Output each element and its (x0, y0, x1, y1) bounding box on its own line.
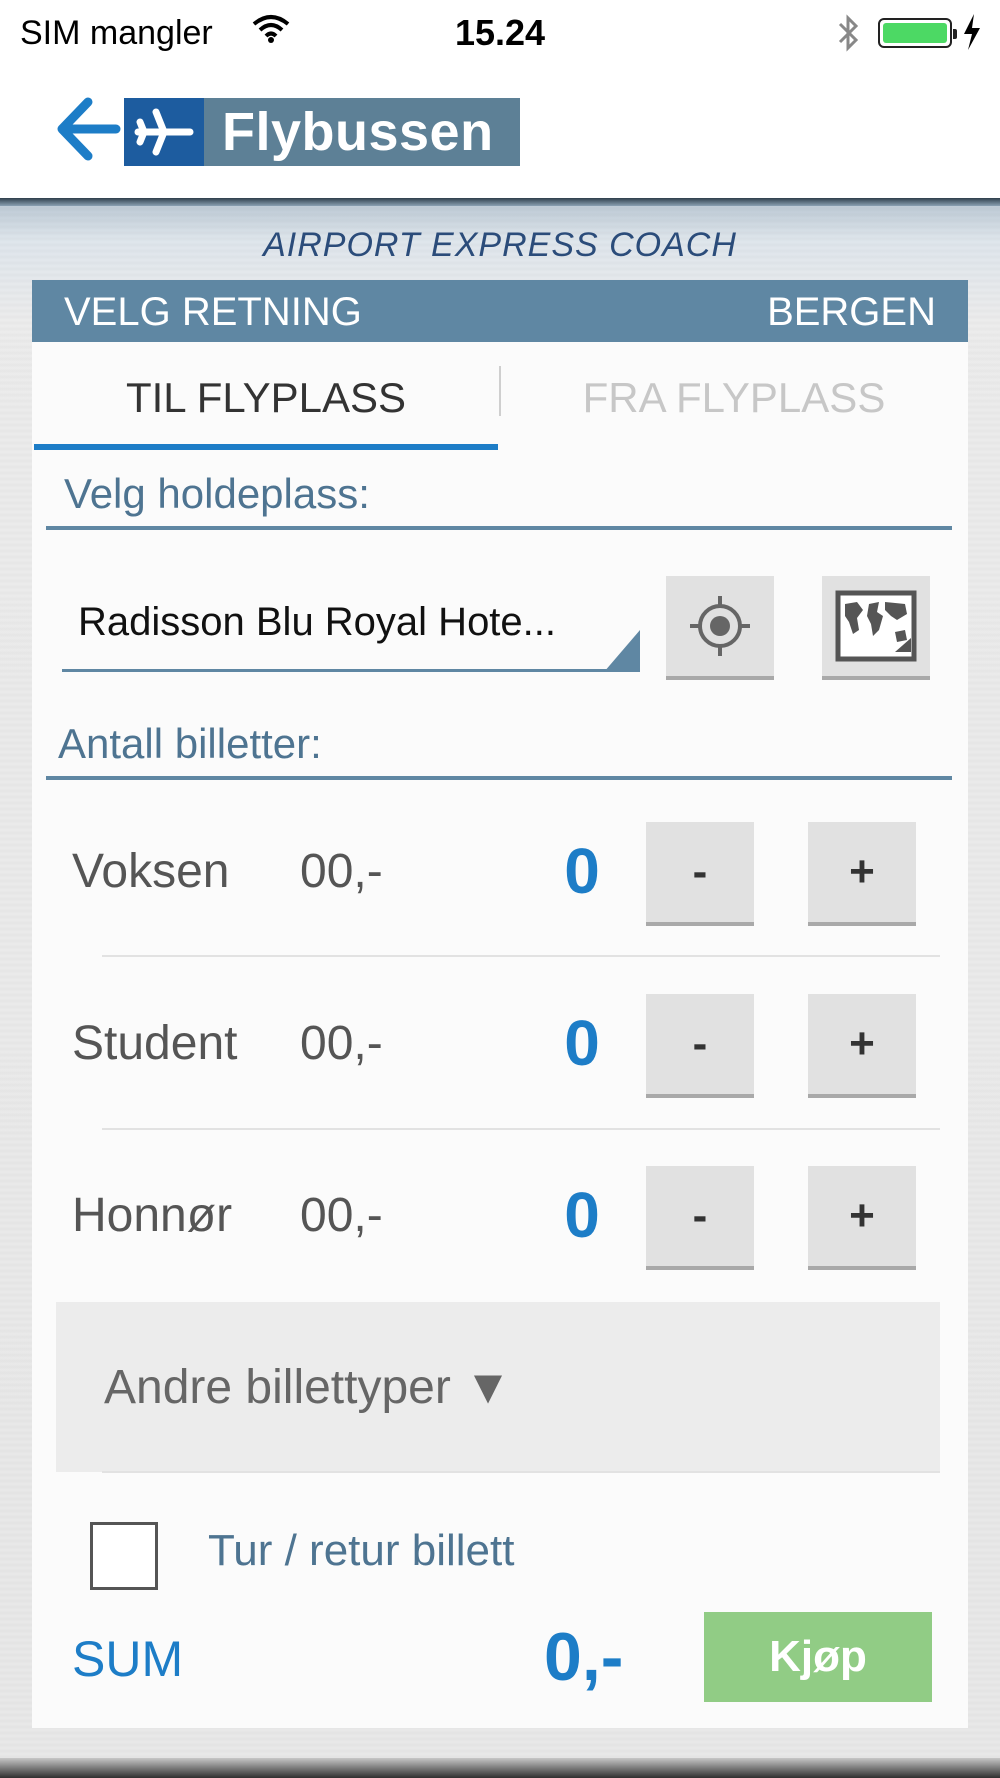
locate-button[interactable] (666, 576, 774, 680)
ticket-row-label-voksen: Voksen (72, 845, 230, 898)
ticket-row-price-student: 00,- (300, 1017, 383, 1070)
ticket-row-label-student: Student (72, 1017, 238, 1070)
bluetooth-icon (834, 12, 862, 59)
increment-button-honnor[interactable]: + (808, 1166, 916, 1270)
stop-section-line (46, 526, 952, 530)
active-tab-indicator (34, 444, 498, 450)
ticket-row-label-honnor: Honnør (72, 1189, 233, 1242)
round-trip-label[interactable]: Tur / retur billett (208, 1526, 514, 1576)
ticket-row-price-honnor: 00,- (300, 1189, 383, 1242)
decrement-button-honnor[interactable]: - (646, 1166, 754, 1270)
stop-select-underline (62, 669, 640, 672)
charging-bolt-icon (962, 14, 982, 58)
city-label[interactable]: BERGEN (767, 290, 936, 335)
ticket-row-count-student: 0 (564, 1007, 600, 1079)
direction-bar-label: VELG RETNING (64, 290, 362, 334)
bottom-edge (0, 1758, 1000, 1778)
flybussen-logo: Flybussen (124, 98, 520, 166)
battery-icon (878, 18, 957, 48)
ticket-row-count-voksen: 0 (564, 835, 600, 907)
row-separator (102, 1471, 940, 1473)
airplane-icon (124, 98, 204, 166)
tab-separator (499, 366, 501, 416)
tab-til-flyplass[interactable]: TIL FLYPLASS (34, 348, 498, 448)
tickets-section-label: Antall billetter: (58, 720, 322, 767)
direction-bar: VELG RETNING BERGEN (32, 280, 968, 342)
increment-button-voksen[interactable]: + (808, 822, 916, 926)
increment-button-student[interactable]: + (808, 994, 916, 1098)
decrement-button-voksen[interactable]: - (646, 822, 754, 926)
ticket-row-price-voksen: 00,- (300, 845, 383, 898)
locate-crosshair-icon (690, 596, 750, 656)
stop-select[interactable]: Radisson Blu Royal Hote... (62, 592, 640, 672)
tickets-section-line (46, 776, 952, 780)
logo-text: Flybussen (204, 98, 520, 166)
tab-fra-flyplass[interactable]: FRA FLYPLASS (502, 348, 966, 448)
other-ticket-types-toggle[interactable]: Andre billettyper ▼ (56, 1302, 940, 1472)
buy-button[interactable]: Kjøp (704, 1612, 932, 1702)
round-trip-checkbox[interactable] (90, 1522, 158, 1590)
stop-section-label: Velg holdeplass: (64, 470, 370, 517)
row-separator (102, 1128, 940, 1130)
sum-value: 0,- (544, 1619, 624, 1695)
dropdown-corner-icon (604, 630, 640, 672)
ticket-row-count-honnor: 0 (564, 1179, 600, 1251)
page-subtitle: AIRPORT EXPRESS COACH (263, 226, 737, 264)
map-button[interactable] (822, 576, 930, 680)
sum-label: SUM (72, 1631, 184, 1687)
row-separator (102, 955, 940, 957)
other-ticket-types-label: Andre billettyper ▼ (104, 1361, 512, 1414)
stop-select-value: Radisson Blu Royal Hote... (78, 600, 557, 644)
world-map-icon (835, 590, 917, 662)
decrement-button-student[interactable]: - (646, 994, 754, 1098)
header-divider (0, 198, 1000, 206)
